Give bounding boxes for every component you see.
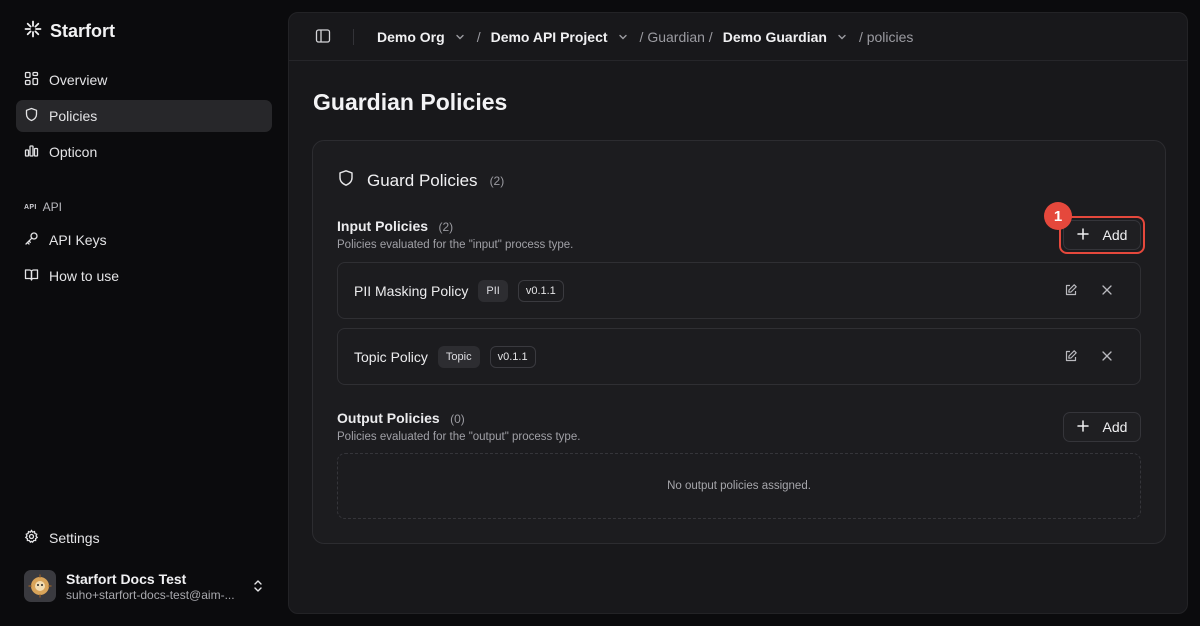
sidebar-item-label: Policies <box>49 108 98 124</box>
shield-icon <box>24 107 39 125</box>
api-icon: API <box>24 203 37 211</box>
section-label: API <box>42 200 62 214</box>
key-icon <box>24 231 39 249</box>
button-label: Add <box>1102 419 1128 435</box>
sidebar-toggle-icon[interactable] <box>315 28 331 49</box>
version-badge: v0.1.1 <box>489 345 536 368</box>
button-label: Add <box>1102 227 1128 243</box>
sidebar-item-opticon[interactable]: Opticon <box>16 136 272 168</box>
gear-icon <box>24 529 39 547</box>
card-header: Guard Policies (2) <box>337 169 504 192</box>
add-output-policy-button[interactable]: Add <box>1063 412 1141 442</box>
main-panel: Demo Org / Demo API Project / Guardian /… <box>288 12 1188 614</box>
sidebar-item-how-to-use[interactable]: How to use <box>16 260 272 292</box>
sidebar-item-label: Overview <box>49 72 108 88</box>
policy-row[interactable]: Topic Policy Topic v0.1.1 <box>337 328 1141 385</box>
page-title: Guardian Policies <box>313 89 508 115</box>
grid-icon <box>24 71 39 89</box>
breadcrumb: Demo Org / Demo API Project / Guardian /… <box>377 13 913 61</box>
card-title: Guard Policies <box>367 170 478 190</box>
sidebar-item-api-keys[interactable]: API Keys <box>16 224 272 256</box>
section-count: (0) <box>450 412 465 426</box>
breadcrumb-current: / policies <box>858 29 914 45</box>
avatar <box>24 570 56 602</box>
chevron-down-icon[interactable] <box>455 32 465 42</box>
sidebar-item-policies[interactable]: Policies <box>16 100 272 132</box>
policy-type-badge: Topic <box>437 345 480 368</box>
sidebar-section-api: API API <box>24 200 62 214</box>
sidebar-item-overview[interactable]: Overview <box>16 64 272 96</box>
edit-icon[interactable] <box>1064 283 1078 302</box>
close-icon[interactable] <box>1100 283 1114 302</box>
plus-icon <box>1076 227 1089 243</box>
breadcrumb-guardian[interactable]: Demo Guardian <box>723 29 827 45</box>
sidebar-item-settings[interactable]: Settings <box>16 522 272 554</box>
add-input-policy-button[interactable]: Add <box>1063 220 1141 250</box>
sidebar-item-label: How to use <box>49 268 120 284</box>
empty-state: No output policies assigned. <box>337 453 1141 519</box>
section-count: (2) <box>438 220 454 234</box>
breadcrumb-guardian-segment[interactable]: / Guardian / <box>640 29 713 45</box>
output-policies-header: Output Policies (0) Policies evaluated f… <box>337 410 580 443</box>
card-count: (2) <box>489 173 505 188</box>
chevron-down-icon[interactable] <box>837 32 847 42</box>
breadcrumb-org[interactable]: Demo Org <box>377 29 445 45</box>
input-policies-header: Input Policies (2) Policies evaluated fo… <box>337 218 573 251</box>
edit-icon[interactable] <box>1064 349 1078 368</box>
policy-name: Topic Policy <box>354 348 428 365</box>
plus-icon <box>1076 419 1089 435</box>
user-email: suho+starfort-docs-test@aim-... <box>66 587 235 602</box>
brand[interactable]: Starfort <box>24 20 115 43</box>
book-icon <box>24 267 39 285</box>
user-name: Starfort Docs Test <box>66 570 187 587</box>
shield-icon <box>337 169 355 192</box>
policy-name: PII Masking Policy <box>354 282 469 299</box>
breadcrumb-separator: / <box>476 29 481 45</box>
brand-name: Starfort <box>50 21 116 41</box>
policy-type-badge: PII <box>478 279 508 302</box>
guard-policies-card: Guard Policies (2) Input Policies (2) Po… <box>312 140 1166 544</box>
sidebar-item-label: Opticon <box>49 144 98 160</box>
chevrons-up-down-icon[interactable] <box>252 578 264 599</box>
section-title: Input Policies <box>337 218 429 234</box>
user-menu[interactable]: Starfort Docs Test suho+starfort-docs-te… <box>16 564 272 608</box>
divider <box>353 29 354 45</box>
policy-row[interactable]: PII Masking Policy PII v0.1.1 <box>337 262 1141 319</box>
starfort-logo-icon <box>24 20 42 43</box>
sidebar-item-label: Settings <box>49 530 100 546</box>
section-title: Output Policies <box>337 410 440 426</box>
close-icon[interactable] <box>1100 349 1114 368</box>
breadcrumb-project[interactable]: Demo API Project <box>491 29 608 45</box>
section-subtitle: Policies evaluated for the "input" proce… <box>337 239 574 251</box>
section-subtitle: Policies evaluated for the "output" proc… <box>337 431 581 443</box>
chevron-down-icon[interactable] <box>618 32 628 42</box>
top-bar: Demo Org / Demo API Project / Guardian /… <box>289 13 1187 61</box>
version-badge: v0.1.1 <box>517 279 564 302</box>
bar-chart-icon <box>24 143 39 161</box>
sidebar: Starfort Overview Policies Opticon API A… <box>0 0 288 626</box>
sidebar-item-label: API Keys <box>49 232 107 248</box>
step-marker: 1 <box>1044 202 1072 230</box>
